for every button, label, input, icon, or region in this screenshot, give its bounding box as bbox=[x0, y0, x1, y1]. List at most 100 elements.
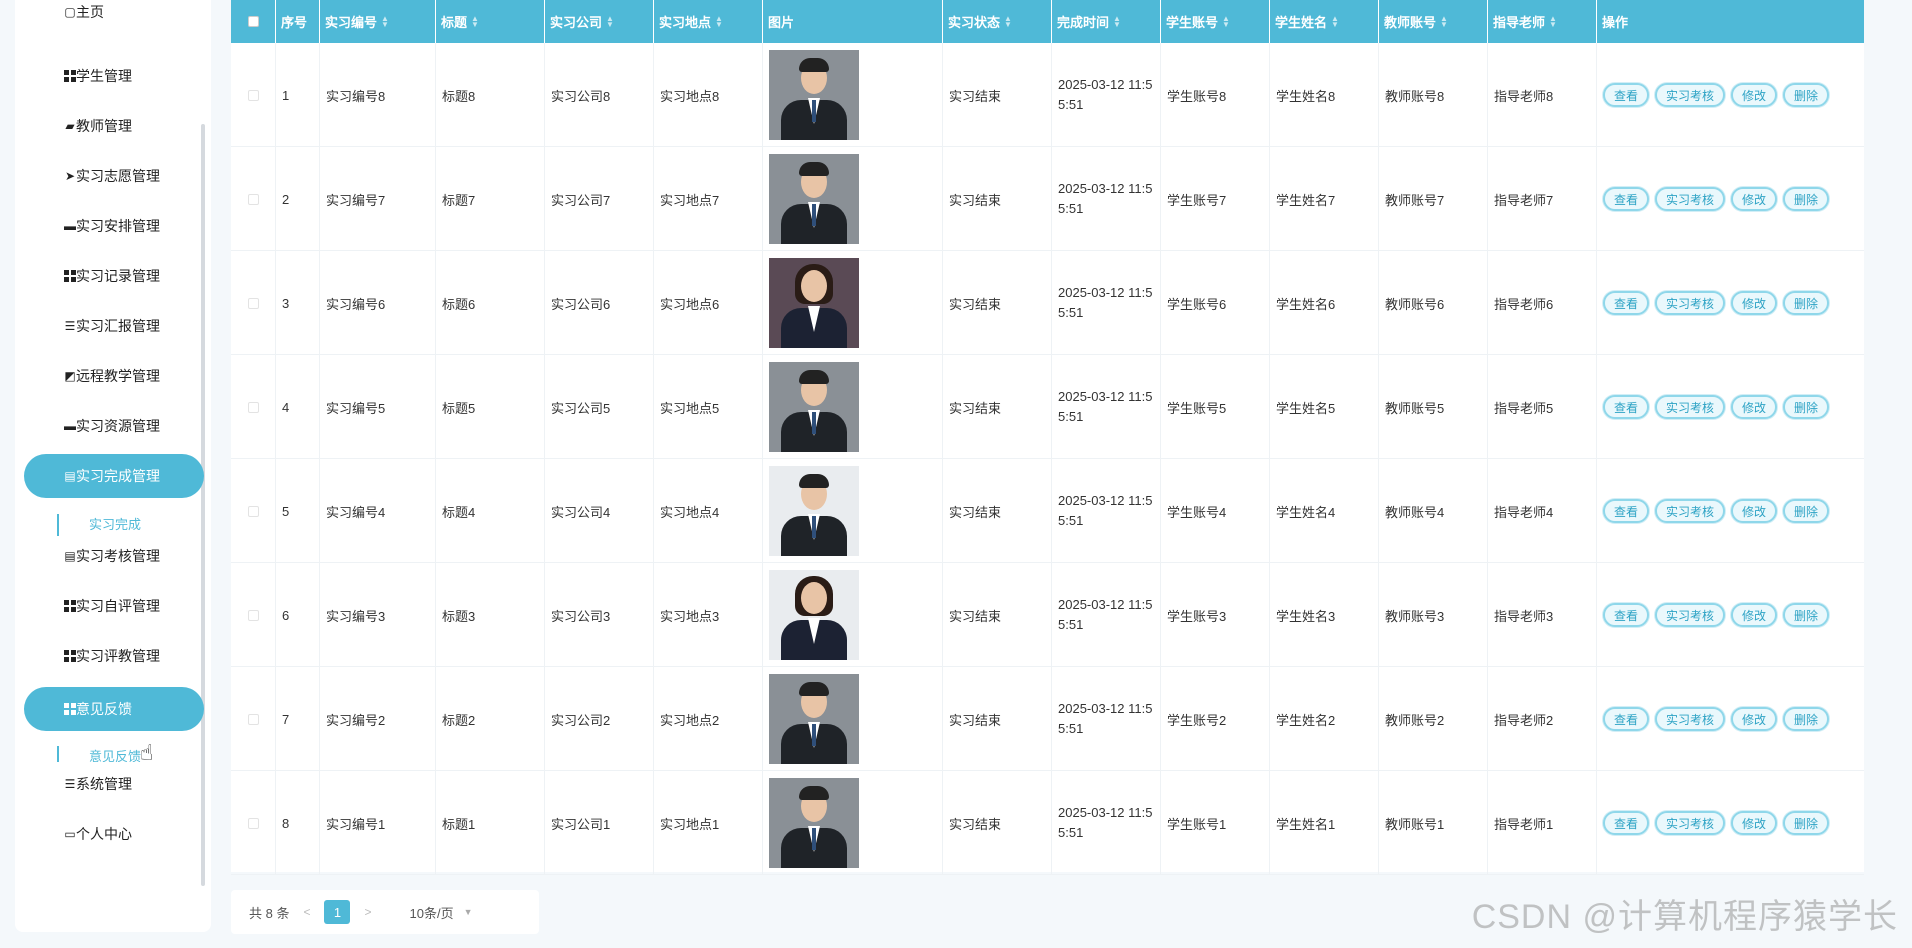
sidebar-item-2[interactable]: ▰ 教师管理 bbox=[24, 104, 204, 148]
assess-button[interactable]: 实习考核 bbox=[1655, 707, 1726, 731]
sidebar-item-0[interactable]: ▢ 主页 bbox=[24, 0, 204, 34]
sort-icon[interactable]: ▲ ▼ bbox=[1331, 14, 1339, 28]
sort-icon[interactable]: ▲ ▼ bbox=[381, 14, 389, 28]
column-header-10[interactable]: 学生姓名 ▲ ▼ bbox=[1270, 0, 1379, 43]
sidebar-item-label: 远程教学管理 bbox=[76, 368, 160, 384]
column-header-9[interactable]: 学生账号 ▲ ▼ bbox=[1161, 0, 1270, 43]
row-checkbox[interactable] bbox=[247, 193, 259, 205]
cell-place: 实习地点3 bbox=[654, 563, 763, 667]
sort-icon[interactable]: ▲ ▼ bbox=[1004, 14, 1012, 28]
assess-button[interactable]: 实习考核 bbox=[1655, 603, 1726, 627]
sidebar-item-label: 教师管理 bbox=[76, 118, 132, 134]
prev-page-button[interactable]: < bbox=[303, 905, 310, 919]
delete-button[interactable]: 删除 bbox=[1783, 603, 1830, 627]
sidebar-item-1[interactable]: 学生管理 bbox=[24, 54, 204, 98]
cell-stu_name: 学生姓名5 bbox=[1270, 355, 1379, 459]
select-all-checkbox[interactable] bbox=[247, 16, 259, 27]
assess-button[interactable]: 实习考核 bbox=[1655, 499, 1726, 523]
sidebar-item-13[interactable]: 意见反馈 bbox=[24, 687, 204, 731]
column-header-2[interactable]: 实习编号 ▲ ▼ bbox=[320, 0, 436, 43]
sidebar-item-15[interactable]: ▭ 个人中心 bbox=[24, 812, 204, 856]
edit-button[interactable]: 修改 bbox=[1731, 707, 1778, 731]
page-size-select[interactable]: 10条/页 bbox=[410, 903, 454, 922]
sidebar-item-11[interactable]: 实习自评管理 bbox=[24, 584, 204, 628]
sidebar-item-4[interactable]: ▬ 实习安排管理 bbox=[24, 204, 204, 248]
view-button[interactable]: 查看 bbox=[1603, 395, 1650, 419]
edit-button[interactable]: 修改 bbox=[1731, 187, 1778, 211]
cell-company: 实习公司1 bbox=[545, 771, 654, 875]
cell-mentor: 指导老师1 bbox=[1488, 771, 1597, 875]
sidebar-item-9[interactable]: ▤ 实习完成管理 bbox=[24, 454, 204, 498]
assess-button[interactable]: 实习考核 bbox=[1655, 83, 1726, 107]
sort-icon[interactable]: ▲ ▼ bbox=[471, 14, 479, 28]
row-checkbox[interactable] bbox=[247, 89, 259, 101]
view-button[interactable]: 查看 bbox=[1603, 811, 1650, 835]
row-checkbox[interactable] bbox=[247, 401, 259, 413]
sidebar-subitem-completion[interactable]: 实习完成 bbox=[57, 514, 207, 536]
column-header-12[interactable]: 指导老师 ▲ ▼ bbox=[1488, 0, 1597, 43]
page-1-button[interactable]: 1 bbox=[324, 900, 351, 924]
delete-button[interactable]: 删除 bbox=[1783, 83, 1830, 107]
sort-icon[interactable]: ▲ ▼ bbox=[606, 14, 614, 28]
edit-button[interactable]: 修改 bbox=[1731, 603, 1778, 627]
monitor-icon: ▬ bbox=[64, 219, 76, 233]
delete-button[interactable]: 删除 bbox=[1783, 499, 1830, 523]
delete-button[interactable]: 删除 bbox=[1783, 187, 1830, 211]
delete-button[interactable]: 删除 bbox=[1783, 395, 1830, 419]
assess-button[interactable]: 实习考核 bbox=[1655, 811, 1726, 835]
assess-button[interactable]: 实习考核 bbox=[1655, 187, 1726, 211]
sort-icon[interactable]: ▲ ▼ bbox=[1113, 14, 1121, 28]
delete-button[interactable]: 删除 bbox=[1783, 291, 1830, 315]
cell-mentor: 指导老师8 bbox=[1488, 43, 1597, 147]
assess-button[interactable]: 实习考核 bbox=[1655, 395, 1726, 419]
sidebar-item-5[interactable]: 实习记录管理 bbox=[24, 254, 204, 298]
delete-button[interactable]: 删除 bbox=[1783, 707, 1830, 731]
edit-button[interactable]: 修改 bbox=[1731, 811, 1778, 835]
next-page-button[interactable]: > bbox=[364, 905, 371, 919]
view-button[interactable]: 查看 bbox=[1603, 83, 1650, 107]
row-checkbox[interactable] bbox=[247, 713, 259, 725]
column-header-7[interactable]: 实习状态 ▲ ▼ bbox=[943, 0, 1052, 43]
edit-button[interactable]: 修改 bbox=[1731, 83, 1778, 107]
view-button[interactable]: 查看 bbox=[1603, 187, 1650, 211]
assess-button[interactable]: 实习考核 bbox=[1655, 291, 1726, 315]
row-checkbox[interactable] bbox=[247, 609, 259, 621]
sidebar-item-8[interactable]: ▬ 实习资源管理 bbox=[24, 404, 204, 448]
sort-icon[interactable]: ▲ ▼ bbox=[1440, 14, 1448, 28]
column-header-3[interactable]: 标题 ▲ ▼ bbox=[436, 0, 545, 43]
column-header-4[interactable]: 实习公司 ▲ ▼ bbox=[545, 0, 654, 43]
person-photo bbox=[769, 778, 859, 868]
sidebar-item-6[interactable]: ☰ 实习汇报管理 bbox=[24, 304, 204, 348]
cell-time: 2025-03-12 11:55:51 bbox=[1052, 147, 1161, 251]
cell-stu_name: 学生姓名2 bbox=[1270, 667, 1379, 771]
view-button[interactable]: 查看 bbox=[1603, 707, 1650, 731]
delete-button[interactable]: 删除 bbox=[1783, 811, 1830, 835]
sort-icon[interactable]: ▲ ▼ bbox=[715, 14, 723, 28]
view-button[interactable]: 查看 bbox=[1603, 291, 1650, 315]
sidebar-item-12[interactable]: 实习评教管理 bbox=[24, 634, 204, 678]
sidebar-item-10[interactable]: ▤ 实习考核管理 bbox=[24, 534, 204, 578]
edit-button[interactable]: 修改 bbox=[1731, 499, 1778, 523]
sidebar-item-14[interactable]: ☰ 系统管理 bbox=[24, 762, 204, 806]
column-header-5[interactable]: 实习地点 ▲ ▼ bbox=[654, 0, 763, 43]
row-checkbox[interactable] bbox=[247, 297, 259, 309]
column-label: 序号 bbox=[281, 15, 308, 30]
row-checkbox[interactable] bbox=[247, 817, 259, 829]
column-header-11[interactable]: 教师账号 ▲ ▼ bbox=[1379, 0, 1488, 43]
sidebar-subitem-feedback[interactable]: 意见反馈 bbox=[57, 746, 207, 762]
view-button[interactable]: 查看 bbox=[1603, 603, 1650, 627]
column-header-13: 操作 bbox=[1597, 0, 1864, 43]
view-button[interactable]: 查看 bbox=[1603, 499, 1650, 523]
row-select-cell bbox=[231, 459, 276, 563]
column-header-8[interactable]: 完成时间 ▲ ▼ bbox=[1052, 0, 1161, 43]
sidebar-item-3[interactable]: ➤ 实习志愿管理 bbox=[24, 154, 204, 198]
edit-button[interactable]: 修改 bbox=[1731, 395, 1778, 419]
cell-title: 标题2 bbox=[436, 667, 545, 771]
sidebar-item-7[interactable]: ◩ 远程教学管理 bbox=[24, 354, 204, 398]
sort-icon[interactable]: ▲ ▼ bbox=[1222, 14, 1230, 28]
data-table: 序号 实习编号 ▲ ▼ 标题 ▲ ▼ 实习公司 ▲ ▼ 实习地点 ▲ ▼ 图片 实习状态 ▲ ▼ 完成时间 ▲ ▼ 学生… bbox=[231, 0, 1864, 875]
sort-icon[interactable]: ▲ ▼ bbox=[1549, 14, 1557, 28]
row-checkbox[interactable] bbox=[247, 505, 259, 517]
table-row: 3 实习编号6 标题6 实习公司6 实习地点6 实习结束 2025-03-12 11:55:… bbox=[231, 251, 1864, 355]
edit-button[interactable]: 修改 bbox=[1731, 291, 1778, 315]
